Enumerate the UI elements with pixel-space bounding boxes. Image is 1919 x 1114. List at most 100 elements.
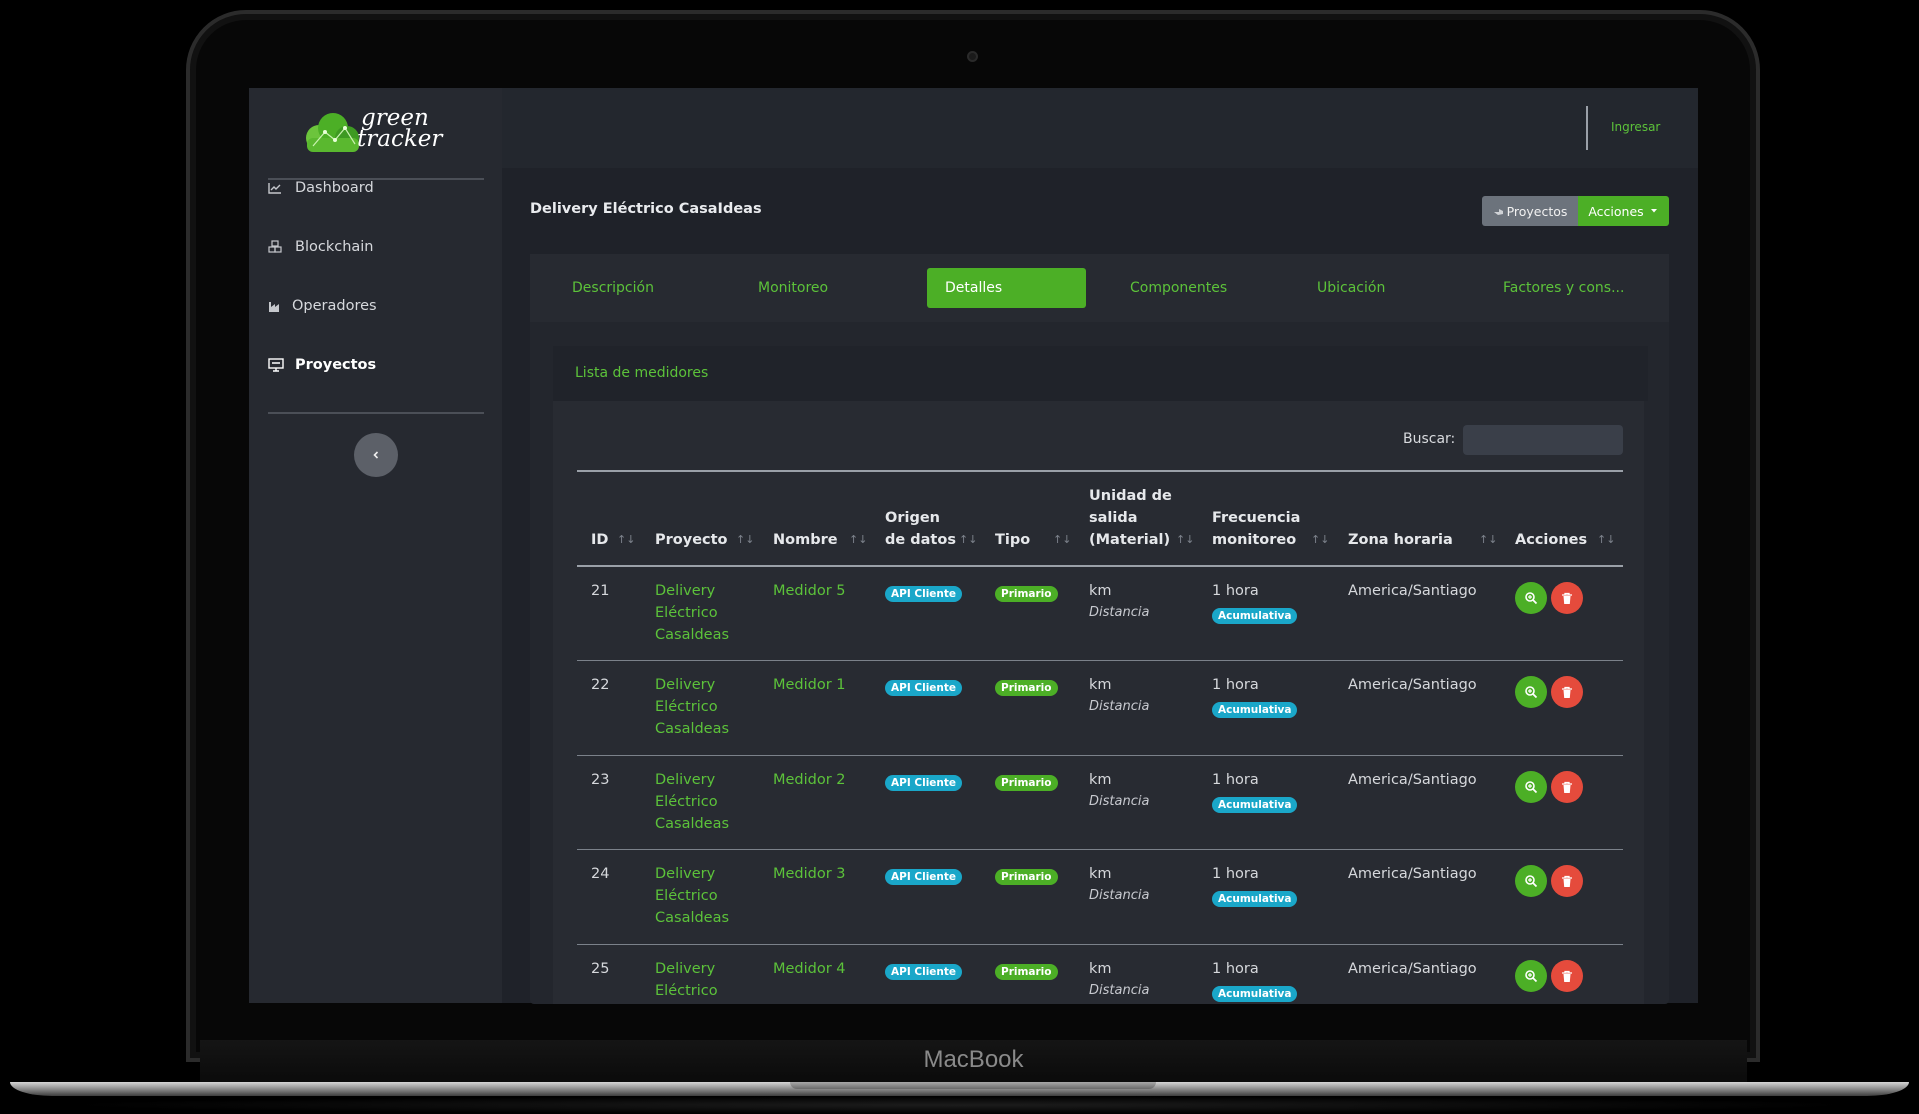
cell-unidad: km [1089, 772, 1112, 788]
delete-button[interactable] [1551, 676, 1583, 708]
sort-icon[interactable]: ↑↓ [1053, 533, 1071, 546]
proyecto-line: Delivery [655, 583, 716, 599]
origen-badge: API Cliente [885, 680, 963, 696]
sidebar-item-operadores[interactable]: Operadores [268, 288, 484, 324]
tab-componentes[interactable]: Componentes [1130, 268, 1227, 308]
project-diagram-icon [268, 357, 290, 373]
column-header-unidad[interactable]: Unidad de salida (Material) [1089, 485, 1172, 551]
cell-material: Distancia [1089, 888, 1150, 903]
cell-material: Distancia [1089, 983, 1150, 998]
delete-button[interactable] [1551, 771, 1583, 803]
column-header-frecuencia[interactable]: Frecuencia monitoreo [1212, 507, 1300, 551]
login-link[interactable]: Ingresar [1611, 120, 1660, 134]
column-header-origen[interactable]: Origen de datos [885, 507, 956, 551]
acumulativa-badge: Acumulativa [1212, 891, 1298, 907]
sort-icon[interactable]: ↑↓ [959, 533, 977, 546]
cell-nombre-link[interactable]: Medidor 5 [773, 580, 846, 602]
proyecto-line: Eléctrico [655, 699, 718, 715]
sort-icon[interactable]: ↑↓ [1176, 533, 1194, 546]
topbar-separator [1586, 106, 1588, 150]
sort-icon[interactable]: ↑↓ [736, 533, 754, 546]
cell-frecuencia: 1 hora [1212, 677, 1259, 693]
cell-proyecto-link[interactable]: Delivery Eléctrico Casaldeas [655, 769, 729, 835]
cell-nombre-link[interactable]: Medidor 1 [773, 674, 846, 696]
view-button[interactable] [1515, 865, 1547, 897]
row-divider [577, 849, 1623, 850]
cell-id: 24 [591, 866, 610, 882]
view-button[interactable] [1515, 771, 1547, 803]
sidebar-item-label: Dashboard [295, 180, 374, 196]
acumulativa-badge: Acumulativa [1212, 986, 1298, 1002]
search-plus-icon [1525, 592, 1538, 605]
chart-line-icon [268, 180, 290, 196]
cell-proyecto-link[interactable]: Delivery Eléctrico Casaldeas [655, 863, 729, 929]
cell-unidad: km [1089, 961, 1112, 977]
sort-icon[interactable]: ↑↓ [1597, 533, 1615, 546]
tab-factores[interactable]: Factores y cons... [1503, 268, 1624, 308]
row-divider [577, 755, 1623, 756]
cell-unidad: km [1089, 866, 1112, 882]
header-line: monitoreo [1212, 532, 1297, 548]
tab-monitoreo[interactable]: Monitoreo [758, 268, 828, 308]
tipo-badge: Primario [995, 964, 1058, 980]
column-header-id[interactable]: ID [591, 529, 608, 551]
delete-button[interactable] [1551, 582, 1583, 614]
sort-icon[interactable]: ↑↓ [849, 533, 867, 546]
tab-ubicacion[interactable]: Ubicación [1317, 268, 1385, 308]
row-divider [577, 944, 1623, 945]
proyecto-line: Eléctrico [655, 794, 718, 810]
view-button[interactable] [1515, 960, 1547, 992]
column-header-zona[interactable]: Zona horaria [1348, 529, 1453, 551]
sort-icon[interactable]: ↑↓ [1479, 533, 1497, 546]
column-header-acciones[interactable]: Acciones [1515, 529, 1587, 551]
search-input[interactable] [1463, 425, 1623, 455]
sort-icon[interactable]: ↑↓ [1311, 533, 1329, 546]
sidebar-item-dashboard[interactable]: Dashboard [268, 170, 484, 206]
proyecto-line: Delivery [655, 772, 716, 788]
tab-descripcion[interactable]: Descripción [572, 268, 654, 308]
top-bar: Ingresar [502, 88, 1698, 168]
cell-id: 21 [591, 583, 610, 599]
proyecto-line: Casaldeas [655, 721, 730, 737]
proyectos-button[interactable]: Proyectos [1482, 196, 1578, 226]
page-title: Delivery Eléctrico CasaIdeas [530, 201, 762, 217]
cell-nombre-link[interactable]: Medidor 3 [773, 863, 846, 885]
sort-asc-icon[interactable]: ↑↓ [617, 533, 635, 546]
cell-frecuencia: 1 hora [1212, 866, 1259, 882]
cell-frecuencia: 1 hora [1212, 772, 1259, 788]
sidebar-collapse-button[interactable] [354, 433, 398, 477]
header-line: Origen [885, 510, 940, 526]
view-button[interactable] [1515, 582, 1547, 614]
sidebar-item-label: Proyectos [295, 357, 377, 373]
cell-nombre-link[interactable]: Medidor 2 [773, 769, 846, 791]
proyecto-line: Eléctrico [655, 983, 718, 999]
cell-zona: America/Santiago [1348, 961, 1477, 977]
tab-detalles[interactable]: Detalles [927, 268, 1086, 308]
sidebar-item-blockchain[interactable]: Blockchain [268, 229, 484, 265]
acumulativa-badge: Acumulativa [1212, 797, 1298, 813]
delete-button[interactable] [1551, 960, 1583, 992]
tipo-badge: Primario [995, 869, 1058, 885]
row-divider [577, 660, 1623, 661]
view-button[interactable] [1515, 676, 1547, 708]
table-top-line [577, 470, 1623, 472]
column-header-proyecto[interactable]: Proyecto [655, 529, 728, 551]
app-logo[interactable]: green tracker [301, 106, 461, 156]
proyecto-line: Delivery [655, 866, 716, 882]
cell-proyecto-link[interactable]: Delivery Eléctrico Casaldeas [655, 674, 729, 740]
cell-proyecto-link[interactable]: Delivery Eléctrico [655, 958, 718, 1002]
cell-nombre-link[interactable]: Medidor 4 [773, 958, 846, 980]
sidebar-item-proyectos[interactable]: Proyectos [268, 347, 484, 383]
delete-button[interactable] [1551, 865, 1583, 897]
column-header-tipo[interactable]: Tipo [995, 529, 1030, 551]
cell-unidad: km [1089, 677, 1112, 693]
proyecto-line: Casaldeas [655, 910, 730, 926]
tipo-badge: Primario [995, 586, 1058, 602]
tipo-badge: Primario [995, 775, 1058, 791]
cell-proyecto-link[interactable]: Delivery Eléctrico Casaldeas [655, 580, 729, 646]
search-plus-icon [1525, 875, 1538, 888]
acumulativa-badge: Acumulativa [1212, 608, 1298, 624]
search-label: Buscar: [1403, 431, 1456, 447]
column-header-nombre[interactable]: Nombre [773, 529, 838, 551]
acciones-dropdown-button[interactable]: Acciones [1578, 196, 1669, 226]
